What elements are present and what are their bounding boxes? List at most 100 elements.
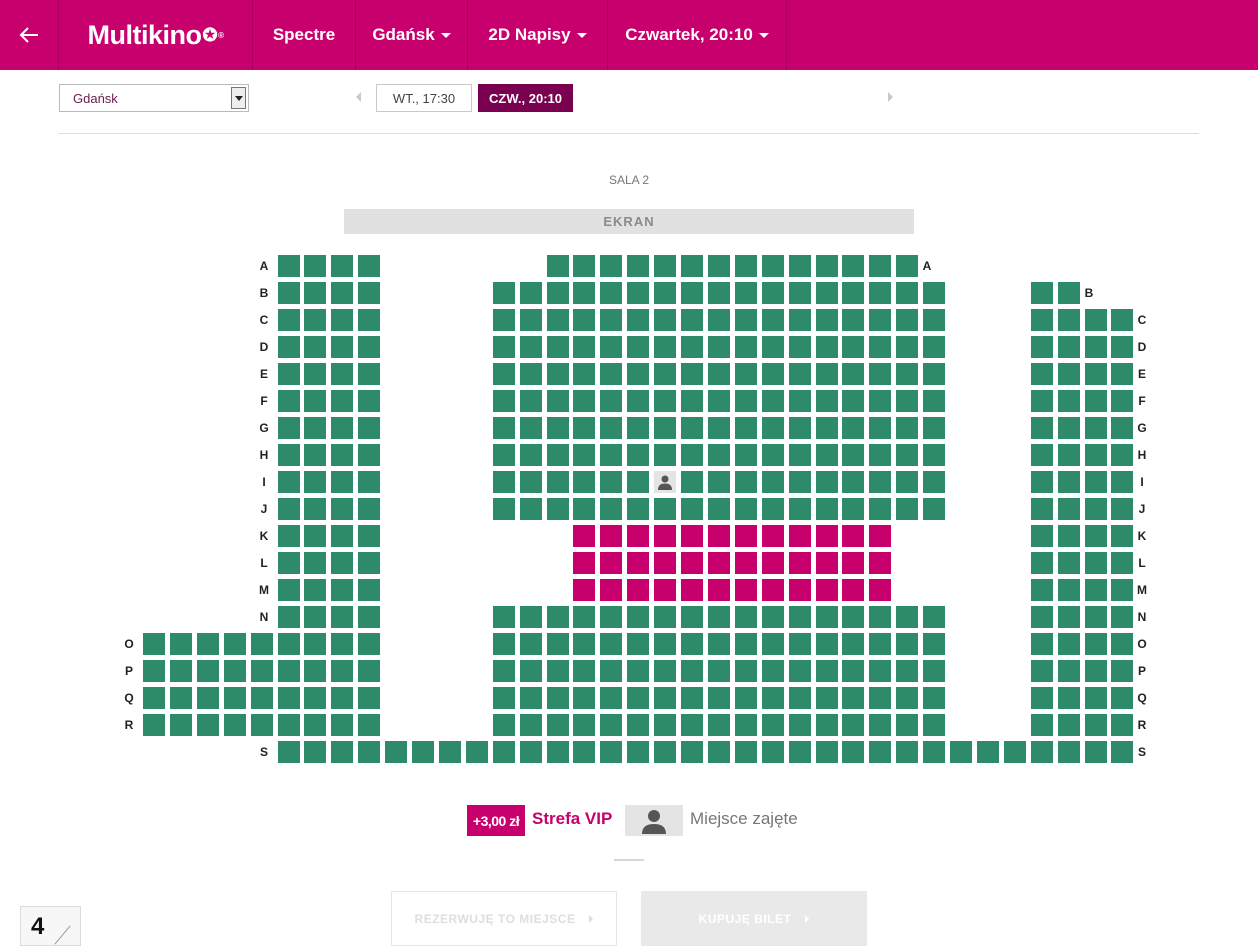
seat-free[interactable] — [789, 633, 811, 655]
seat-free[interactable] — [304, 660, 326, 682]
seat-vip[interactable] — [735, 525, 757, 547]
nav-city-dropdown[interactable]: Gdańsk — [356, 0, 468, 70]
seat-free[interactable] — [816, 606, 838, 628]
seat-free[interactable] — [869, 687, 891, 709]
seat-free[interactable] — [762, 633, 784, 655]
seat-free[interactable] — [789, 417, 811, 439]
seat-free[interactable] — [654, 498, 676, 520]
seat-free[interactable] — [600, 417, 622, 439]
seat-free[interactable] — [735, 417, 757, 439]
seat-free[interactable] — [869, 390, 891, 412]
seat-free[interactable] — [520, 417, 542, 439]
city-select[interactable]: Gdańsk — [59, 84, 249, 112]
seat-free[interactable] — [520, 309, 542, 331]
seat-free[interactable] — [627, 606, 649, 628]
seat-free[interactable] — [869, 444, 891, 466]
seat-free[interactable] — [331, 552, 353, 574]
seat-free[interactable] — [762, 390, 784, 412]
seat-free[interactable] — [331, 660, 353, 682]
seat-free[interactable] — [331, 714, 353, 736]
seat-free[interactable] — [681, 660, 703, 682]
seat-vip[interactable] — [869, 525, 891, 547]
seat-free[interactable] — [789, 498, 811, 520]
seat-free[interactable] — [493, 390, 515, 412]
seat-free[interactable] — [358, 687, 380, 709]
seat-free[interactable] — [573, 282, 595, 304]
seat-free[interactable] — [1031, 579, 1053, 601]
seat-free[interactable] — [681, 687, 703, 709]
seat-free[interactable] — [1058, 579, 1080, 601]
seat-free[interactable] — [735, 741, 757, 763]
seat-free[interactable] — [923, 336, 945, 358]
seat-free[interactable] — [762, 255, 784, 277]
seat-free[interactable] — [331, 309, 353, 331]
seat-vip[interactable] — [762, 552, 784, 574]
seat-free[interactable] — [708, 606, 730, 628]
seat-free[interactable] — [278, 390, 300, 412]
seat-free[interactable] — [358, 255, 380, 277]
seat-free[interactable] — [547, 660, 569, 682]
seat-free[interactable] — [304, 714, 326, 736]
seat-free[interactable] — [278, 660, 300, 682]
seat-free[interactable] — [412, 741, 434, 763]
seat-free[interactable] — [923, 687, 945, 709]
seat-free[interactable] — [1111, 687, 1133, 709]
seat-free[interactable] — [573, 498, 595, 520]
seat-free[interactable] — [842, 282, 864, 304]
seat-free[interactable] — [923, 390, 945, 412]
seat-free[interactable] — [896, 741, 918, 763]
nav-format-dropdown[interactable]: 2D Napisy — [468, 0, 608, 70]
seat-free[interactable] — [896, 417, 918, 439]
seat-free[interactable] — [816, 255, 838, 277]
seat-free[interactable] — [304, 741, 326, 763]
seat-free[interactable] — [573, 714, 595, 736]
seat-free[interactable] — [520, 444, 542, 466]
seat-free[interactable] — [762, 282, 784, 304]
seat-free[interactable] — [278, 687, 300, 709]
seat-vip[interactable] — [654, 579, 676, 601]
seat-free[interactable] — [869, 741, 891, 763]
seat-free[interactable] — [358, 579, 380, 601]
seat-free[interactable] — [573, 363, 595, 385]
seat-free[interactable] — [896, 282, 918, 304]
seat-free[interactable] — [1031, 363, 1053, 385]
seat-free[interactable] — [896, 444, 918, 466]
seat-free[interactable] — [304, 363, 326, 385]
seat-vip[interactable] — [762, 525, 784, 547]
seat-free[interactable] — [842, 444, 864, 466]
seat-free[interactable] — [816, 336, 838, 358]
seat-free[interactable] — [896, 309, 918, 331]
seat-free[interactable] — [331, 417, 353, 439]
seat-free[interactable] — [224, 633, 246, 655]
seat-free[interactable] — [654, 444, 676, 466]
seat-free[interactable] — [708, 714, 730, 736]
seat-free[interactable] — [493, 417, 515, 439]
seat-free[interactable] — [923, 741, 945, 763]
seat-free[interactable] — [1085, 471, 1107, 493]
seat-free[interactable] — [304, 336, 326, 358]
seat-free[interactable] — [681, 282, 703, 304]
seat-free[interactable] — [278, 606, 300, 628]
seat-free[interactable] — [1111, 714, 1133, 736]
seat-free[interactable] — [681, 633, 703, 655]
seat-free[interactable] — [600, 255, 622, 277]
seat-vip[interactable] — [789, 525, 811, 547]
seat-free[interactable] — [358, 714, 380, 736]
seat-vip[interactable] — [789, 579, 811, 601]
seat-free[interactable] — [789, 336, 811, 358]
seat-free[interactable] — [520, 633, 542, 655]
seat-free[interactable] — [923, 633, 945, 655]
seat-free[interactable] — [358, 633, 380, 655]
seat-free[interactable] — [762, 714, 784, 736]
seat-free[interactable] — [600, 741, 622, 763]
seat-free[interactable] — [1058, 714, 1080, 736]
seat-free[interactable] — [520, 606, 542, 628]
seat-free[interactable] — [708, 336, 730, 358]
seat-free[interactable] — [547, 255, 569, 277]
seat-free[interactable] — [869, 498, 891, 520]
seat-free[interactable] — [869, 255, 891, 277]
seat-free[interactable] — [681, 498, 703, 520]
seat-free[interactable] — [600, 687, 622, 709]
seat-free[interactable] — [1085, 417, 1107, 439]
seat-free[interactable] — [789, 687, 811, 709]
